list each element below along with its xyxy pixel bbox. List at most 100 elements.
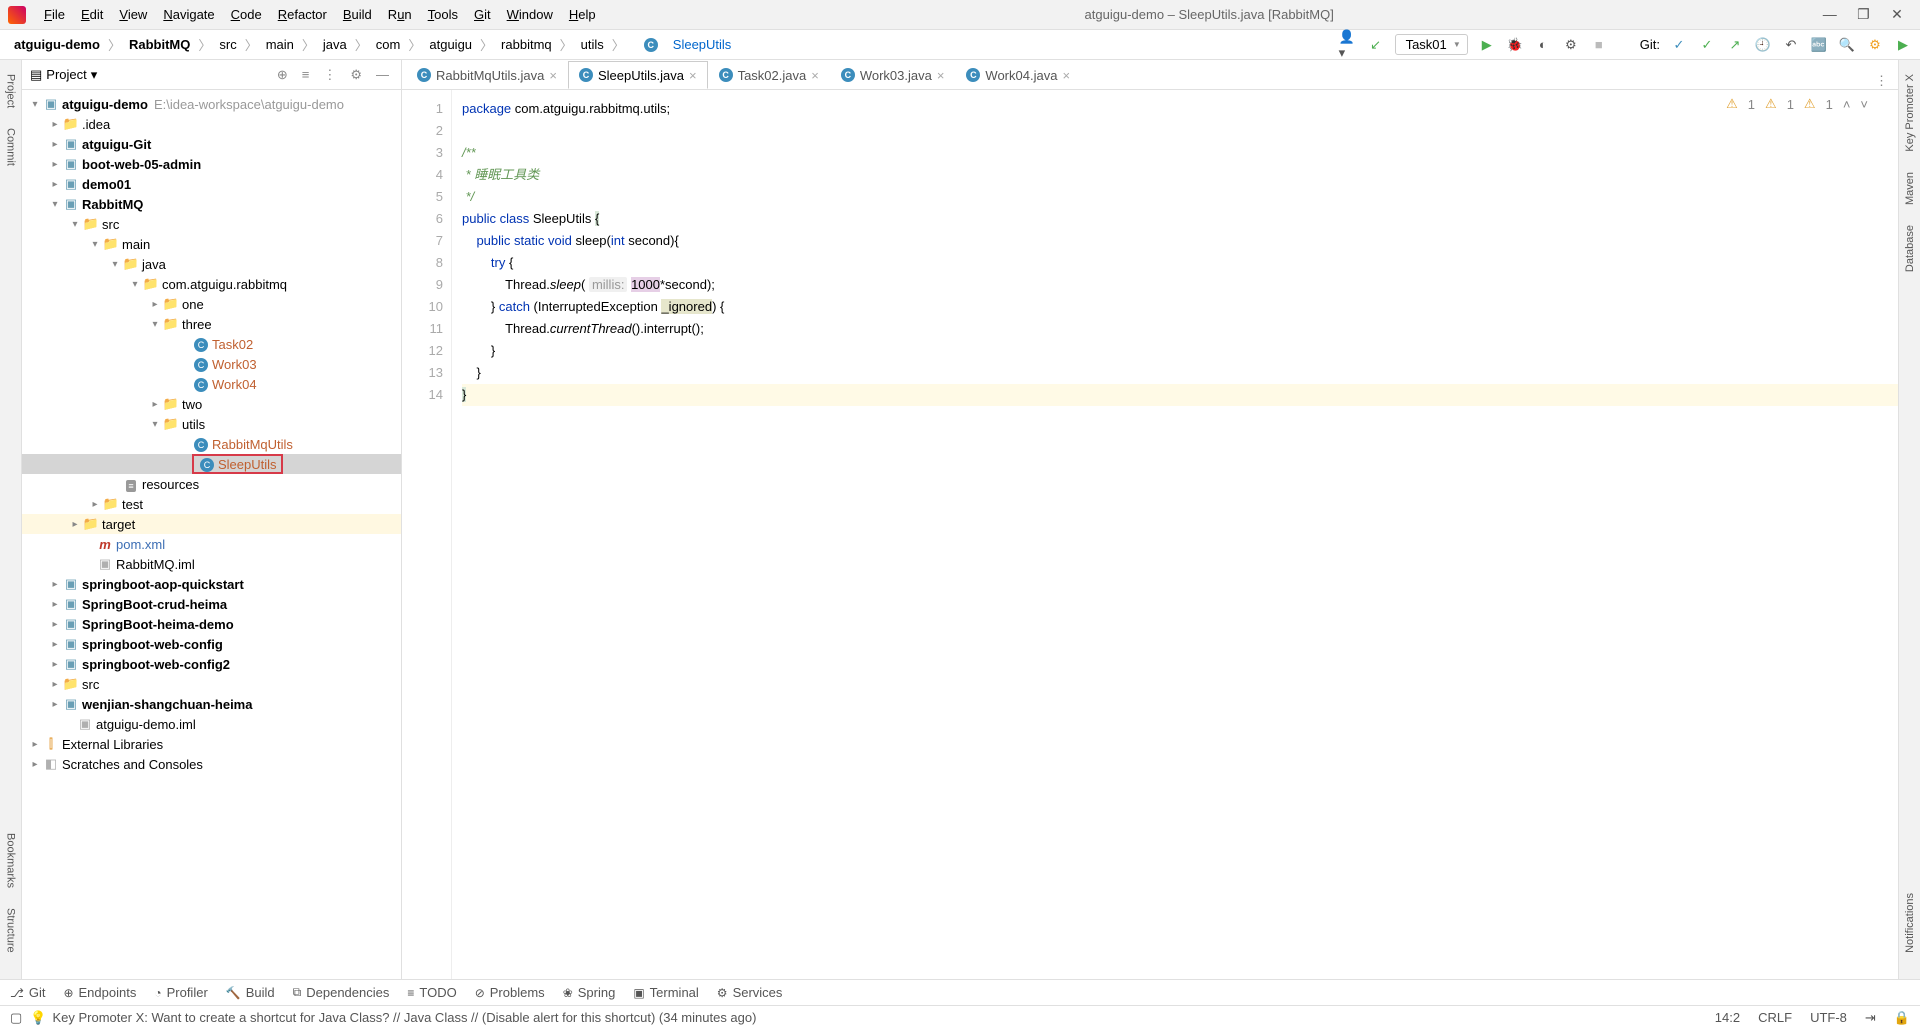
tab-work03[interactable]: CWork03.java× (830, 61, 956, 89)
git-history-icon[interactable]: 🕘 (1754, 36, 1772, 54)
tree-iml[interactable]: ▣RabbitMQ.iml (22, 554, 401, 574)
bottom-git[interactable]: ⎇ Git (10, 985, 45, 1000)
crumb-atguigu[interactable]: atguigu (423, 35, 478, 54)
tree-work03[interactable]: CWork03 (22, 354, 401, 374)
tree-utils[interactable]: ▾📁utils (22, 414, 401, 434)
chevron-up-icon[interactable]: ˄ (1843, 97, 1851, 112)
crumb-java[interactable]: java (317, 35, 353, 54)
quick-actions-icon[interactable]: ▢ (10, 1010, 22, 1026)
close-tab-icon[interactable]: × (549, 68, 557, 83)
tree-three[interactable]: ▾📁three (22, 314, 401, 334)
menu-tools[interactable]: Tools (420, 4, 466, 25)
crumb-project[interactable]: atguigu-demo (8, 35, 106, 54)
git-commit-icon[interactable]: ✓ (1698, 36, 1716, 54)
readonly-lock-icon[interactable]: 🔒 (1894, 1010, 1910, 1026)
tree-atguigu-git[interactable]: ▸▣atguigu-Git (22, 134, 401, 154)
right-tab-maven[interactable]: Maven (1902, 168, 1918, 209)
tree-demo01[interactable]: ▸▣demo01 (22, 174, 401, 194)
build-hammer-icon[interactable]: ↙ (1367, 36, 1385, 54)
close-tab-icon[interactable]: × (689, 68, 697, 83)
crumb-module[interactable]: RabbitMQ (123, 35, 196, 54)
menu-window[interactable]: Window (499, 4, 561, 25)
close-tab-icon[interactable]: × (1062, 68, 1070, 83)
menu-refactor[interactable]: Refactor (270, 4, 335, 25)
crumb-src[interactable]: src (213, 35, 242, 54)
menu-view[interactable]: View (111, 4, 155, 25)
tree-package[interactable]: ▾📁com.atguigu.rabbitmq (22, 274, 401, 294)
crumb-class[interactable]: CSleepUtils (627, 29, 738, 61)
crumb-utils[interactable]: utils (575, 35, 610, 54)
right-tab-keypromoter[interactable]: Key Promoter X (1902, 70, 1918, 156)
tree-rabbitmq[interactable]: ▾▣RabbitMQ (22, 194, 401, 214)
tree-src[interactable]: ▾📁src (22, 214, 401, 234)
menu-code[interactable]: Code (223, 4, 270, 25)
tree-pom[interactable]: mpom.xml (22, 534, 401, 554)
tree-task02[interactable]: CTask02 (22, 334, 401, 354)
editor-body[interactable]: ⚠1 ⚠1 ⚠1 ˄ ˅ 1234567891011121314 package… (402, 90, 1898, 979)
close-button[interactable]: ✕ (1882, 6, 1912, 23)
caret-position[interactable]: 14:2 (1715, 1010, 1740, 1025)
encoding[interactable]: UTF-8 (1810, 1010, 1847, 1025)
settings-gear-icon[interactable]: ⚙ (346, 65, 366, 85)
git-rollback-icon[interactable]: ↶ (1782, 36, 1800, 54)
tree-idea[interactable]: ▸📁.idea (22, 114, 401, 134)
maximize-button[interactable]: ❐ (1848, 6, 1878, 23)
left-tab-project[interactable]: Project (3, 70, 19, 112)
left-tab-bookmarks[interactable]: Bookmarks (3, 829, 19, 892)
tree-sleeputils[interactable]: CSleepUtils (22, 454, 401, 474)
select-opened-icon[interactable]: ⊕ (273, 65, 292, 85)
tree-wenjian[interactable]: ▸▣wenjian-shangchuan-heima (22, 694, 401, 714)
bottom-terminal[interactable]: ▣ Terminal (633, 985, 698, 1000)
menu-run[interactable]: Run (380, 4, 420, 25)
tab-task02[interactable]: CTask02.java× (708, 61, 830, 89)
translate-icon[interactable]: 🔤 (1810, 36, 1828, 54)
tree-work04[interactable]: CWork04 (22, 374, 401, 394)
tree-main[interactable]: ▾📁main (22, 234, 401, 254)
tree-root[interactable]: ▾▣atguigu-demoE:\idea-workspace\atguigu-… (22, 94, 401, 114)
tree-ext-lib[interactable]: ▸⫿External Libraries (22, 734, 401, 754)
menu-navigate[interactable]: Navigate (155, 4, 222, 25)
git-push-icon[interactable]: ↗ (1726, 36, 1744, 54)
tree-demo-iml[interactable]: ▣atguigu-demo.iml (22, 714, 401, 734)
tree-boot-web[interactable]: ▸▣boot-web-05-admin (22, 154, 401, 174)
tab-work04[interactable]: CWork04.java× (955, 61, 1081, 89)
menu-git[interactable]: Git (466, 4, 499, 25)
tree-aop[interactable]: ▸▣springboot-aop-quickstart (22, 574, 401, 594)
chevron-down-icon[interactable]: ˅ (1860, 97, 1868, 112)
close-tab-icon[interactable]: × (811, 68, 819, 83)
tree-heima-demo[interactable]: ▸▣SpringBoot-heima-demo (22, 614, 401, 634)
editor-inspection-widget[interactable]: ⚠1 ⚠1 ⚠1 ˄ ˅ (1726, 96, 1868, 112)
menu-build[interactable]: Build (335, 4, 380, 25)
indent[interactable]: ⇥ (1865, 1010, 1876, 1026)
tree-one[interactable]: ▸📁one (22, 294, 401, 314)
hide-icon[interactable]: — (372, 65, 393, 84)
crumb-rabbitmq[interactable]: rabbitmq (495, 35, 558, 54)
tree-crud[interactable]: ▸▣SpringBoot-crud-heima (22, 594, 401, 614)
menu-edit[interactable]: Edit (73, 4, 111, 25)
left-tab-structure[interactable]: Structure (3, 904, 19, 957)
collapse-all-icon[interactable]: ⋮ (319, 65, 340, 85)
run-anything-icon[interactable]: ▶ (1894, 36, 1912, 54)
tree-web-config2[interactable]: ▸▣springboot-web-config2 (22, 654, 401, 674)
tree-java[interactable]: ▾📁java (22, 254, 401, 274)
bottom-todo[interactable]: ≡ TODO (407, 985, 456, 1000)
run-config-selector[interactable]: Task01 (1395, 34, 1468, 55)
user-icon[interactable]: 👤▾ (1339, 36, 1357, 54)
tree-resources[interactable]: ≡resources (22, 474, 401, 494)
left-tab-commit[interactable]: Commit (3, 124, 19, 170)
tree-two[interactable]: ▸📁two (22, 394, 401, 414)
tree-test[interactable]: ▸📁test (22, 494, 401, 514)
bottom-build[interactable]: 🔨 Build (226, 985, 275, 1000)
menu-help[interactable]: Help (561, 4, 604, 25)
close-tab-icon[interactable]: × (937, 68, 945, 83)
run-icon[interactable]: ▶ (1478, 36, 1496, 54)
coverage-icon[interactable]: ◐ (1534, 36, 1552, 54)
tree-scratches[interactable]: ▸◧Scratches and Consoles (22, 754, 401, 774)
project-tree[interactable]: ▾▣atguigu-demoE:\idea-workspace\atguigu-… (22, 90, 401, 979)
menu-file[interactable]: File (36, 4, 73, 25)
crumb-com[interactable]: com (370, 35, 407, 54)
tree-target[interactable]: ▸📁target (22, 514, 401, 534)
bottom-dependencies[interactable]: ⧉ Dependencies (293, 985, 390, 1000)
debug-icon[interactable]: 🐞 (1506, 36, 1524, 54)
minimize-button[interactable]: — (1815, 6, 1845, 22)
